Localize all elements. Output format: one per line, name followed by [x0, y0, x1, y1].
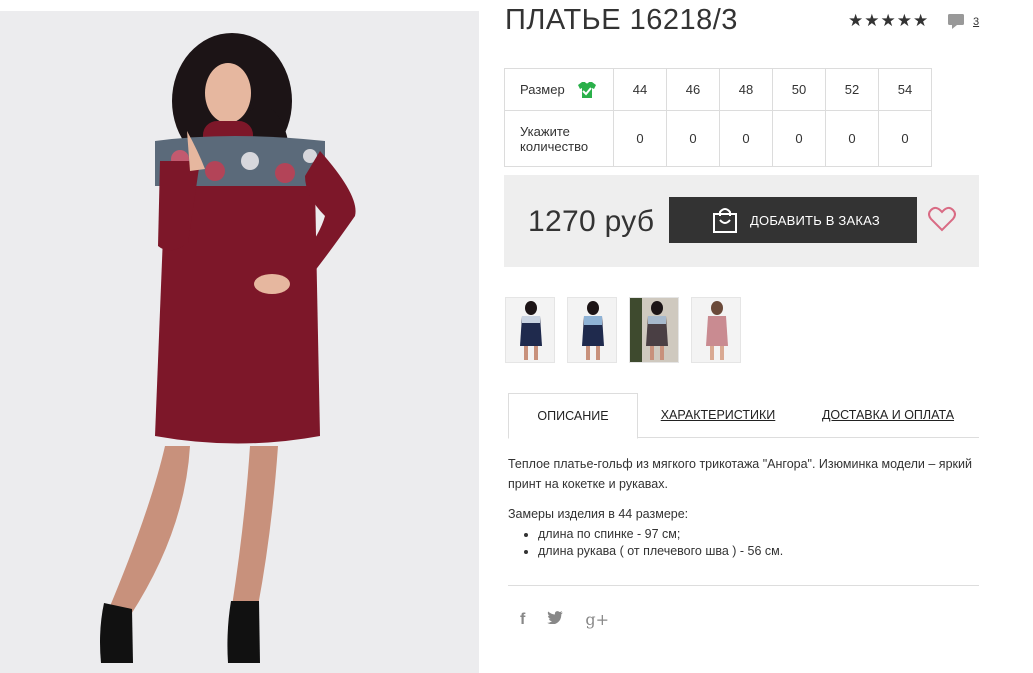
comments-count[interactable]: 3	[973, 16, 979, 28]
thumbnail-gallery	[505, 297, 741, 363]
heart-icon[interactable]	[928, 206, 956, 232]
twitter-icon[interactable]	[547, 610, 564, 629]
shopping-bag-icon	[711, 206, 739, 234]
tab-description[interactable]: ОПИСАНИЕ	[508, 393, 638, 439]
star-icon[interactable]: ★	[913, 12, 928, 29]
rating-stars[interactable]: ★ ★ ★ ★ ★	[848, 12, 928, 29]
quantity-input-46[interactable]: 0	[666, 110, 720, 167]
size-48: 48	[719, 68, 773, 111]
add-to-order-label: ДОБАВИТЬ В ЗАКАЗ	[750, 212, 880, 228]
quantity-input-54[interactable]: 0	[878, 110, 932, 167]
product-tabs: ОПИСАНИЕ ХАРАКТЕРИСТИКИ ДОСТАВКА И ОПЛАТ…	[508, 393, 979, 439]
size-44: 44	[613, 68, 667, 111]
star-icon[interactable]: ★	[897, 12, 912, 29]
quantity-label: Укажите количество	[504, 110, 614, 167]
comment-icon	[948, 14, 964, 29]
thumbnail-1[interactable]	[505, 297, 555, 363]
star-icon[interactable]: ★	[864, 12, 879, 29]
size-row: Размер 44 46 48 50 52 54	[504, 68, 932, 111]
star-icon[interactable]: ★	[881, 12, 896, 29]
price-panel: 1270 руб ДОБАВИТЬ В ЗАКАЗ	[504, 175, 979, 267]
product-title: ПЛАТЬЕ 16218/3	[505, 4, 738, 36]
size-chart-icon[interactable]	[577, 81, 597, 99]
star-icon[interactable]: ★	[848, 12, 863, 29]
thumbnail-3[interactable]	[629, 297, 679, 363]
quantity-input-48[interactable]: 0	[719, 110, 773, 167]
google-plus-icon[interactable]: g+	[585, 610, 609, 629]
quantity-input-52[interactable]: 0	[825, 110, 879, 167]
measure-title: Замеры изделия в 44 размере:	[508, 507, 689, 521]
tab-delivery[interactable]: ДОСТАВКА И ОПЛАТА	[798, 393, 978, 437]
list-item: длина по спинке - 97 см;	[538, 526, 978, 543]
size-label-cell: Размер	[504, 68, 614, 111]
description-panel: Теплое платье-гольф из мягкого трикотажа…	[508, 454, 978, 560]
quantity-row: Укажите количество 0 0 0 0 0 0	[504, 110, 932, 167]
size-table: Размер 44 46 48 50 52 54 Укажите количес…	[504, 68, 932, 167]
divider	[508, 585, 979, 586]
size-label: Размер	[520, 82, 565, 97]
tab-characteristics[interactable]: ХАРАКТЕРИСТИКИ	[638, 393, 798, 437]
measure-list: длина по спинке - 97 см; длина рукава ( …	[508, 526, 978, 560]
price: 1270 руб	[528, 205, 655, 238]
comments-link[interactable]: 3	[948, 13, 979, 30]
size-46: 46	[666, 68, 720, 111]
thumbnail-2[interactable]	[567, 297, 617, 363]
quantity-input-50[interactable]: 0	[772, 110, 826, 167]
size-50: 50	[772, 68, 826, 111]
quantity-input-44[interactable]: 0	[613, 110, 667, 167]
product-photo[interactable]	[0, 11, 479, 673]
description-text: Теплое платье-гольф из мягкого трикотажа…	[508, 457, 972, 491]
social-share: f g+	[520, 610, 609, 629]
thumbnail-4[interactable]	[691, 297, 741, 363]
size-54: 54	[878, 68, 932, 111]
add-to-order-button[interactable]: ДОБАВИТЬ В ЗАКАЗ	[669, 197, 917, 243]
list-item: длина рукава ( от плечевого шва ) - 56 с…	[538, 543, 978, 560]
size-52: 52	[825, 68, 879, 111]
facebook-icon[interactable]: f	[520, 611, 525, 629]
